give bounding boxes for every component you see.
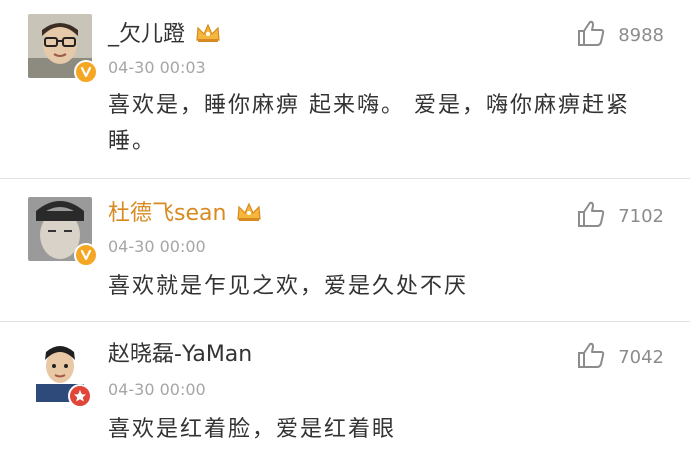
comment-text: 喜欢是红着脸，爱是红着眼 bbox=[108, 417, 397, 442]
comment-item: 杜德飞sean 04-30 00:00 喜欢就是乍见之欢，爱是久处不厌 7102 bbox=[0, 179, 690, 321]
avatar-container[interactable] bbox=[28, 14, 98, 84]
thumbs-up-icon bbox=[576, 341, 606, 373]
avatar-container[interactable] bbox=[28, 338, 92, 408]
like-button[interactable]: 7042 bbox=[576, 342, 664, 372]
crown-icon bbox=[195, 22, 221, 48]
comment-text: 喜欢就是乍见之欢，爱是久处不厌 bbox=[108, 274, 469, 299]
like-count: 7042 bbox=[618, 346, 664, 368]
username-link[interactable]: 杜德飞sean bbox=[108, 199, 226, 229]
timestamp: 04-30 00:03 bbox=[108, 58, 206, 77]
avatar-container[interactable] bbox=[28, 197, 98, 267]
name-row: 杜德飞sean bbox=[108, 199, 262, 229]
comment-text: 喜欢是，睡你麻痹 起来嗨。 爱是，嗨你麻痹赶紧睡。 bbox=[108, 93, 630, 154]
verified-badge-icon bbox=[74, 243, 98, 267]
verified-badge-icon bbox=[68, 384, 92, 408]
like-button[interactable]: 8988 bbox=[576, 20, 664, 50]
verified-badge-icon bbox=[74, 60, 98, 84]
username-link[interactable]: _欠儿蹬 bbox=[108, 20, 185, 50]
thumbs-up-icon bbox=[576, 19, 606, 51]
crown-icon bbox=[236, 201, 262, 227]
timestamp: 04-30 00:00 bbox=[108, 380, 206, 399]
like-button[interactable]: 7102 bbox=[576, 201, 664, 231]
comment-item: 赵晓磊-YaMan 04-30 00:00 喜欢是红着脸，爱是红着眼 7042 bbox=[0, 322, 690, 464]
thumbs-up-icon bbox=[576, 200, 606, 232]
name-row: 赵晓磊-YaMan bbox=[108, 340, 252, 370]
comment-item: _欠儿蹬 04-30 00:03 喜欢是，睡你麻痹 起来嗨。 爱是，嗨你麻痹赶紧… bbox=[0, 0, 690, 178]
like-count: 8988 bbox=[618, 24, 664, 46]
like-count: 7102 bbox=[618, 205, 664, 227]
comment-list: _欠儿蹬 04-30 00:03 喜欢是，睡你麻痹 起来嗨。 爱是，嗨你麻痹赶紧… bbox=[0, 0, 690, 464]
timestamp: 04-30 00:00 bbox=[108, 237, 206, 256]
username-link[interactable]: 赵晓磊-YaMan bbox=[108, 340, 252, 370]
name-row: _欠儿蹬 bbox=[108, 20, 221, 50]
